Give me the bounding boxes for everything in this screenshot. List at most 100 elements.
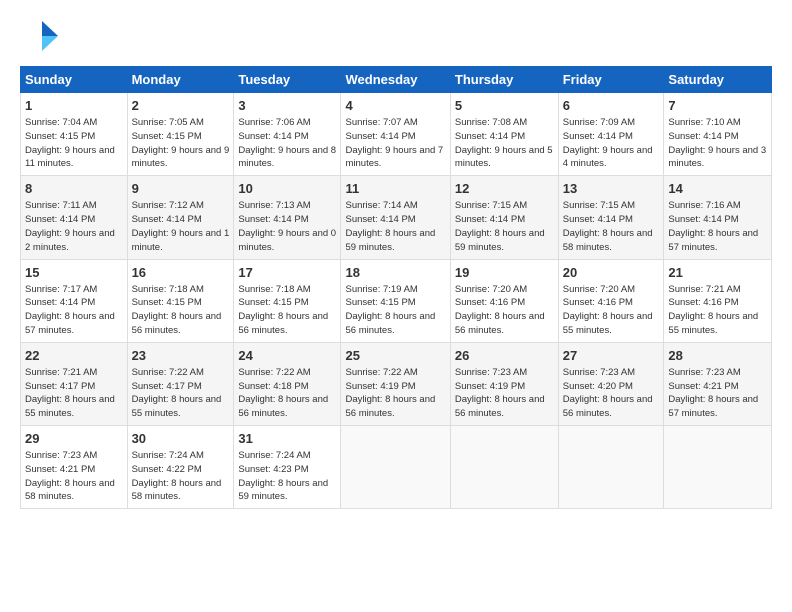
day-number: 22 — [25, 347, 123, 365]
calendar-cell: 29Sunrise: 7:23 AM Sunset: 4:21 PM Dayli… — [21, 426, 128, 509]
day-number: 10 — [238, 180, 336, 198]
calendar-week-row: 8Sunrise: 7:11 AM Sunset: 4:14 PM Daylig… — [21, 176, 772, 259]
calendar-cell: 5Sunrise: 7:08 AM Sunset: 4:14 PM Daylig… — [450, 93, 558, 176]
calendar-cell: 2Sunrise: 7:05 AM Sunset: 4:15 PM Daylig… — [127, 93, 234, 176]
day-info: Sunrise: 7:20 AM Sunset: 4:16 PM Dayligh… — [563, 283, 660, 338]
header-thursday: Thursday — [450, 67, 558, 93]
page: SundayMondayTuesdayWednesdayThursdayFrid… — [0, 0, 792, 612]
day-info: Sunrise: 7:22 AM Sunset: 4:19 PM Dayligh… — [345, 366, 445, 421]
day-info: Sunrise: 7:05 AM Sunset: 4:15 PM Dayligh… — [132, 116, 230, 171]
day-number: 5 — [455, 97, 554, 115]
day-number: 11 — [345, 180, 445, 198]
day-info: Sunrise: 7:24 AM Sunset: 4:23 PM Dayligh… — [238, 449, 336, 504]
calendar-cell: 27Sunrise: 7:23 AM Sunset: 4:20 PM Dayli… — [558, 342, 664, 425]
header — [20, 16, 772, 56]
calendar-week-row: 29Sunrise: 7:23 AM Sunset: 4:21 PM Dayli… — [21, 426, 772, 509]
calendar-cell: 4Sunrise: 7:07 AM Sunset: 4:14 PM Daylig… — [341, 93, 450, 176]
day-number: 6 — [563, 97, 660, 115]
day-info: Sunrise: 7:18 AM Sunset: 4:15 PM Dayligh… — [132, 283, 230, 338]
calendar-table: SundayMondayTuesdayWednesdayThursdayFrid… — [20, 66, 772, 509]
calendar-cell: 13Sunrise: 7:15 AM Sunset: 4:14 PM Dayli… — [558, 176, 664, 259]
calendar-cell: 22Sunrise: 7:21 AM Sunset: 4:17 PM Dayli… — [21, 342, 128, 425]
day-number: 26 — [455, 347, 554, 365]
header-tuesday: Tuesday — [234, 67, 341, 93]
calendar-cell: 28Sunrise: 7:23 AM Sunset: 4:21 PM Dayli… — [664, 342, 772, 425]
day-number: 28 — [668, 347, 767, 365]
day-info: Sunrise: 7:07 AM Sunset: 4:14 PM Dayligh… — [345, 116, 445, 171]
header-monday: Monday — [127, 67, 234, 93]
day-info: Sunrise: 7:08 AM Sunset: 4:14 PM Dayligh… — [455, 116, 554, 171]
day-number: 23 — [132, 347, 230, 365]
day-info: Sunrise: 7:21 AM Sunset: 4:16 PM Dayligh… — [668, 283, 767, 338]
calendar-cell — [664, 426, 772, 509]
header-saturday: Saturday — [664, 67, 772, 93]
day-info: Sunrise: 7:17 AM Sunset: 4:14 PM Dayligh… — [25, 283, 123, 338]
calendar-header-row: SundayMondayTuesdayWednesdayThursdayFrid… — [21, 67, 772, 93]
day-number: 30 — [132, 430, 230, 448]
calendar-cell: 1Sunrise: 7:04 AM Sunset: 4:15 PM Daylig… — [21, 93, 128, 176]
calendar-cell: 23Sunrise: 7:22 AM Sunset: 4:17 PM Dayli… — [127, 342, 234, 425]
calendar-week-row: 22Sunrise: 7:21 AM Sunset: 4:17 PM Dayli… — [21, 342, 772, 425]
day-info: Sunrise: 7:20 AM Sunset: 4:16 PM Dayligh… — [455, 283, 554, 338]
day-info: Sunrise: 7:09 AM Sunset: 4:14 PM Dayligh… — [563, 116, 660, 171]
day-number: 13 — [563, 180, 660, 198]
calendar-week-row: 1Sunrise: 7:04 AM Sunset: 4:15 PM Daylig… — [21, 93, 772, 176]
day-info: Sunrise: 7:11 AM Sunset: 4:14 PM Dayligh… — [25, 199, 123, 254]
day-number: 24 — [238, 347, 336, 365]
calendar-cell: 14Sunrise: 7:16 AM Sunset: 4:14 PM Dayli… — [664, 176, 772, 259]
calendar-header: SundayMondayTuesdayWednesdayThursdayFrid… — [21, 67, 772, 93]
day-number: 19 — [455, 264, 554, 282]
header-wednesday: Wednesday — [341, 67, 450, 93]
day-info: Sunrise: 7:15 AM Sunset: 4:14 PM Dayligh… — [455, 199, 554, 254]
day-number: 12 — [455, 180, 554, 198]
day-number: 31 — [238, 430, 336, 448]
day-info: Sunrise: 7:22 AM Sunset: 4:17 PM Dayligh… — [132, 366, 230, 421]
day-info: Sunrise: 7:12 AM Sunset: 4:14 PM Dayligh… — [132, 199, 230, 254]
day-info: Sunrise: 7:15 AM Sunset: 4:14 PM Dayligh… — [563, 199, 660, 254]
day-info: Sunrise: 7:04 AM Sunset: 4:15 PM Dayligh… — [25, 116, 123, 171]
day-number: 16 — [132, 264, 230, 282]
day-number: 9 — [132, 180, 230, 198]
calendar-week-row: 15Sunrise: 7:17 AM Sunset: 4:14 PM Dayli… — [21, 259, 772, 342]
calendar-cell: 6Sunrise: 7:09 AM Sunset: 4:14 PM Daylig… — [558, 93, 664, 176]
day-info: Sunrise: 7:23 AM Sunset: 4:19 PM Dayligh… — [455, 366, 554, 421]
calendar-cell: 21Sunrise: 7:21 AM Sunset: 4:16 PM Dayli… — [664, 259, 772, 342]
day-number: 14 — [668, 180, 767, 198]
calendar-cell: 31Sunrise: 7:24 AM Sunset: 4:23 PM Dayli… — [234, 426, 341, 509]
calendar-cell: 30Sunrise: 7:24 AM Sunset: 4:22 PM Dayli… — [127, 426, 234, 509]
header-friday: Friday — [558, 67, 664, 93]
day-info: Sunrise: 7:19 AM Sunset: 4:15 PM Dayligh… — [345, 283, 445, 338]
day-number: 20 — [563, 264, 660, 282]
day-info: Sunrise: 7:10 AM Sunset: 4:14 PM Dayligh… — [668, 116, 767, 171]
calendar-cell: 15Sunrise: 7:17 AM Sunset: 4:14 PM Dayli… — [21, 259, 128, 342]
day-info: Sunrise: 7:14 AM Sunset: 4:14 PM Dayligh… — [345, 199, 445, 254]
calendar-cell: 17Sunrise: 7:18 AM Sunset: 4:15 PM Dayli… — [234, 259, 341, 342]
day-number: 4 — [345, 97, 445, 115]
calendar-cell: 24Sunrise: 7:22 AM Sunset: 4:18 PM Dayli… — [234, 342, 341, 425]
calendar-cell: 11Sunrise: 7:14 AM Sunset: 4:14 PM Dayli… — [341, 176, 450, 259]
logo-icon — [20, 16, 60, 56]
calendar-cell — [341, 426, 450, 509]
calendar-cell: 16Sunrise: 7:18 AM Sunset: 4:15 PM Dayli… — [127, 259, 234, 342]
day-number: 3 — [238, 97, 336, 115]
day-info: Sunrise: 7:18 AM Sunset: 4:15 PM Dayligh… — [238, 283, 336, 338]
calendar-cell: 26Sunrise: 7:23 AM Sunset: 4:19 PM Dayli… — [450, 342, 558, 425]
calendar-cell: 25Sunrise: 7:22 AM Sunset: 4:19 PM Dayli… — [341, 342, 450, 425]
day-info: Sunrise: 7:16 AM Sunset: 4:14 PM Dayligh… — [668, 199, 767, 254]
calendar-cell: 10Sunrise: 7:13 AM Sunset: 4:14 PM Dayli… — [234, 176, 341, 259]
day-number: 17 — [238, 264, 336, 282]
calendar-cell — [558, 426, 664, 509]
day-number: 18 — [345, 264, 445, 282]
calendar-cell: 9Sunrise: 7:12 AM Sunset: 4:14 PM Daylig… — [127, 176, 234, 259]
day-number: 15 — [25, 264, 123, 282]
day-info: Sunrise: 7:13 AM Sunset: 4:14 PM Dayligh… — [238, 199, 336, 254]
day-info: Sunrise: 7:24 AM Sunset: 4:22 PM Dayligh… — [132, 449, 230, 504]
day-number: 29 — [25, 430, 123, 448]
calendar-cell: 20Sunrise: 7:20 AM Sunset: 4:16 PM Dayli… — [558, 259, 664, 342]
day-info: Sunrise: 7:23 AM Sunset: 4:20 PM Dayligh… — [563, 366, 660, 421]
day-number: 25 — [345, 347, 445, 365]
day-number: 2 — [132, 97, 230, 115]
day-number: 1 — [25, 97, 123, 115]
calendar-cell: 19Sunrise: 7:20 AM Sunset: 4:16 PM Dayli… — [450, 259, 558, 342]
calendar-cell: 3Sunrise: 7:06 AM Sunset: 4:14 PM Daylig… — [234, 93, 341, 176]
